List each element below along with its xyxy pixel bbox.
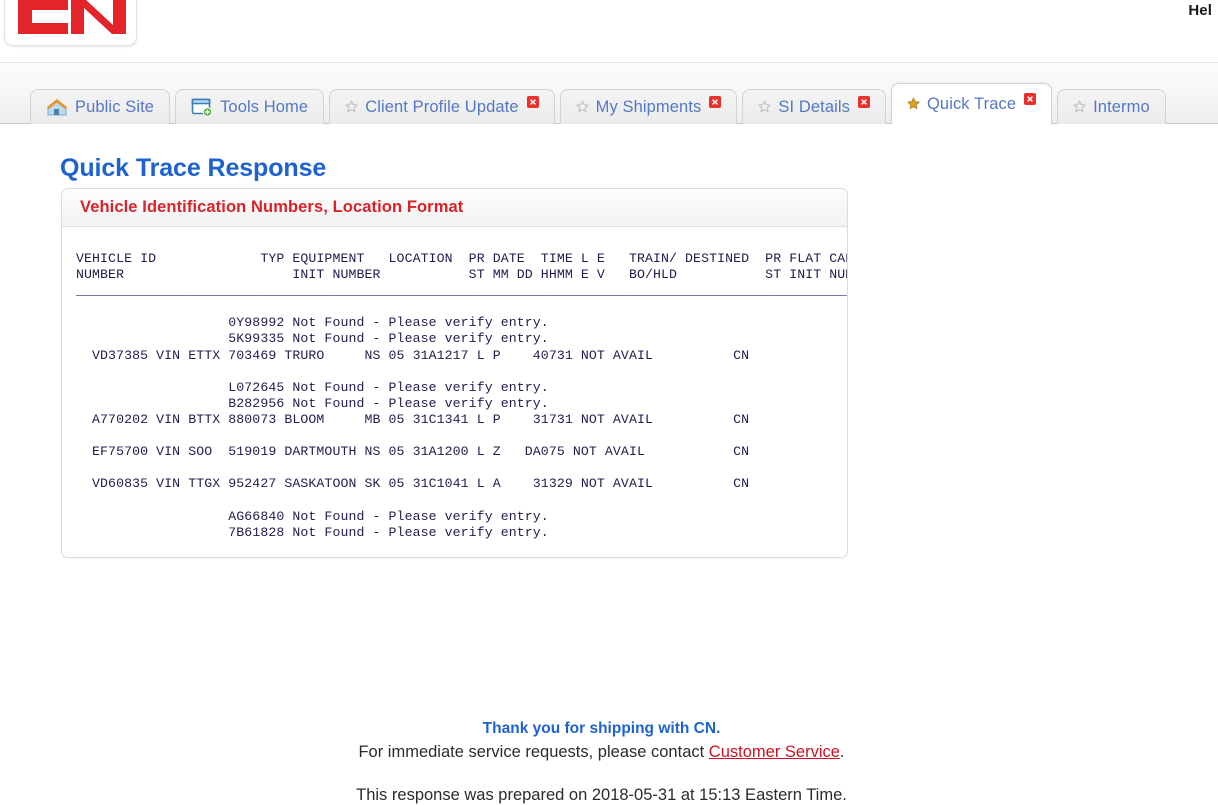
- tab-strip: Public Site Tools Home Client Profile Up…: [0, 62, 1218, 124]
- tab-label: My Shipments: [595, 97, 702, 116]
- service-request-suffix: .: [839, 743, 845, 761]
- star-icon[interactable]: [907, 97, 920, 110]
- panel-body: VEHICLE ID TYP EQUIPMENT LOCATION PR DAT…: [62, 227, 847, 557]
- cn-logo[interactable]: [4, 0, 137, 46]
- tab-label: SI Details: [778, 97, 850, 116]
- footer: Thank you for shipping with CN. For imme…: [0, 720, 1203, 805]
- trace-output: VEHICLE ID TYP EQUIPMENT LOCATION PR DAT…: [76, 251, 848, 540]
- tab-label: Quick Trace: [926, 94, 1017, 113]
- tab-label: Client Profile Update: [365, 97, 519, 116]
- customer-service-link[interactable]: Customer Service: [709, 743, 840, 761]
- tab-label: Tools Home: [220, 97, 309, 116]
- tab-label: Intermo: [1093, 97, 1150, 116]
- tab-tools-home[interactable]: Tools Home: [175, 89, 325, 124]
- panel-header: Vehicle Identification Numbers, Location…: [62, 189, 847, 227]
- star-icon[interactable]: [345, 100, 358, 113]
- tab-quick-trace[interactable]: Quick Trace: [890, 83, 1053, 124]
- star-icon[interactable]: [1073, 100, 1086, 113]
- thank-you-text: Thank you for shipping with CN.: [482, 720, 721, 737]
- star-icon[interactable]: [576, 100, 589, 113]
- cn-logo-mark: [18, 0, 126, 34]
- close-icon[interactable]: [1024, 93, 1037, 105]
- home-icon: [47, 99, 67, 116]
- help-link[interactable]: Hel: [1188, 2, 1212, 19]
- page-content: Quick Trace Response Vehicle Identificat…: [0, 124, 1218, 804]
- window-add-icon: [191, 98, 213, 117]
- page-title: Quick Trace Response: [60, 154, 327, 182]
- service-request-line: For immediate service requests, please c…: [0, 743, 1203, 762]
- tab-si-details[interactable]: SI Details: [742, 89, 886, 124]
- star-icon[interactable]: [758, 100, 771, 113]
- prepared-timestamp: This response was prepared on 2018-05-31…: [356, 786, 847, 804]
- tab-list: Public Site Tools Home Client Profile Up…: [30, 83, 1166, 124]
- close-icon[interactable]: [526, 96, 539, 108]
- close-icon[interactable]: [857, 96, 870, 108]
- tab-my-shipments[interactable]: My Shipments: [559, 89, 738, 124]
- tab-client-profile-update[interactable]: Client Profile Update: [329, 89, 555, 124]
- top-bar: Hel: [0, 0, 1218, 62]
- panel-title: Vehicle Identification Numbers, Location…: [80, 198, 464, 216]
- trace-results-panel: Vehicle Identification Numbers, Location…: [61, 188, 848, 558]
- tab-intermodal[interactable]: Intermo: [1057, 89, 1166, 124]
- service-request-prefix: For immediate service requests, please c…: [358, 743, 709, 761]
- tab-label: Public Site: [75, 97, 155, 116]
- tab-public-site[interactable]: Public Site: [30, 89, 171, 124]
- close-icon[interactable]: [709, 96, 722, 108]
